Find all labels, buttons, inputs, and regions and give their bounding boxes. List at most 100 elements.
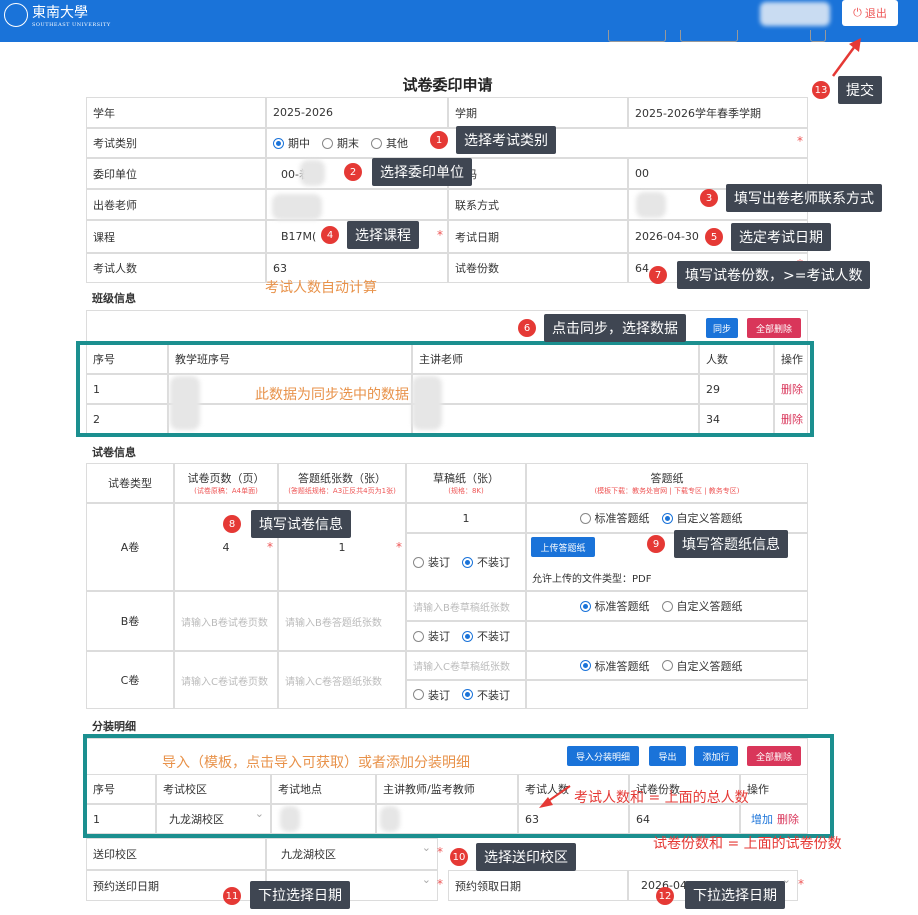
radio-bind[interactable]: 装订 — [413, 687, 450, 703]
label-send-campus: 送印校区 — [86, 838, 266, 870]
step-badge: 6 — [518, 319, 536, 337]
label-exam-type: 考试类别 — [86, 128, 266, 158]
tooltip-send-date: 下拉选择日期 — [250, 881, 350, 909]
section-split-title: 分装明细 — [92, 720, 136, 733]
th-paper-type: 试卷类型 — [86, 463, 174, 503]
xuenian-value: 2025-2026 — [266, 97, 448, 128]
paper-a-draft-input[interactable]: 1 — [406, 503, 526, 533]
paper-b-draft-input[interactable]: 请输入B卷草稿纸张数 — [406, 591, 526, 621]
note-auto-count: 考试人数自动计算 — [265, 280, 377, 296]
required-mark: * — [437, 877, 443, 891]
arrow-icon — [831, 38, 861, 77]
allowed-types-text: 允许上传的文件类型：PDF — [532, 574, 652, 585]
submit-button[interactable] — [842, 30, 898, 34]
radio-bind[interactable]: 装订 — [413, 628, 450, 644]
step-badge: 10 — [450, 848, 468, 866]
radio-custom-sheet[interactable]: 自定义答题纸 — [661, 510, 743, 526]
step-badge: 12 — [656, 887, 674, 905]
tooltip-copies: 填写试卷份数，>=考试人数 — [677, 261, 871, 289]
step-badge: 11 — [223, 887, 241, 905]
toolbar-button[interactable] — [680, 30, 738, 42]
radio-no-bind[interactable]: 不装订 — [462, 687, 510, 703]
upload-sheet-button[interactable]: 上传答题纸 — [531, 537, 595, 557]
radio-final[interactable]: 期末 — [322, 135, 359, 151]
required-mark: * — [797, 134, 803, 148]
top-bar: 東南大學 SOUTHEAST UNIVERSITY ⏻ 退出 — [0, 0, 918, 42]
class-toolbar — [86, 310, 808, 342]
radio-no-bind[interactable]: 不装订 — [462, 554, 510, 570]
highlight-box — [83, 734, 834, 838]
step-badge: 13 — [812, 81, 830, 99]
toolbar-button[interactable] — [810, 30, 826, 42]
redacted-area — [272, 194, 322, 220]
required-mark: * — [798, 877, 804, 891]
tooltip-sheet-info: 填写答题纸信息 — [674, 530, 788, 558]
required-mark: * — [437, 845, 443, 859]
radio-no-bind[interactable]: 不装订 — [462, 628, 510, 644]
step-badge: 9 — [647, 535, 665, 553]
radio-standard-sheet[interactable]: 标准答题纸 — [579, 598, 650, 614]
label-contact: 联系方式 — [448, 189, 628, 220]
highlight-box — [76, 341, 814, 437]
radio-checked-icon — [462, 556, 473, 568]
tooltip-pickup-date: 下拉选择日期 — [685, 881, 785, 909]
label-pickup-date: 预约领取日期 — [448, 870, 628, 901]
radio-other[interactable]: 其他 — [371, 135, 408, 151]
paper-c-answer-input[interactable]: 请输入C卷答题纸张数 — [278, 651, 406, 709]
radio-icon — [322, 137, 333, 149]
th-answer: 答题纸张数（张） (答题纸规格：A3正反共4页为1张) — [278, 463, 406, 503]
tooltip-contact: 填写出卷老师联系方式 — [726, 184, 882, 212]
radio-standard-sheet[interactable]: 标准答题纸 — [579, 658, 650, 674]
note-sum-copies: 试卷份数和 = 上面的试卷份数 — [653, 836, 842, 852]
send-campus-select[interactable]: 九龙湖校区 — [266, 838, 438, 870]
paper-c-sheet-type: 标准答题纸 自定义答题纸 — [526, 651, 808, 680]
paper-b-pages-input[interactable]: 请输入B卷试卷页数 — [174, 591, 278, 651]
th-pages: 试卷页数（页） (试卷原稿：A4单面) — [174, 463, 278, 503]
tooltip-course: 选择课程 — [347, 221, 419, 249]
radio-checked-icon — [579, 600, 591, 612]
redacted-area — [636, 192, 666, 218]
paper-c-pages-input[interactable]: 请输入C卷试卷页数 — [174, 651, 278, 709]
radio-standard-sheet[interactable]: 标准答题纸 — [579, 510, 650, 526]
required-mark: * — [396, 540, 402, 554]
radio-icon — [413, 630, 424, 642]
sync-button[interactable]: 同步 — [706, 318, 738, 338]
section-paper-title: 试卷信息 — [92, 446, 136, 459]
label-unit: 委印单位 — [86, 158, 266, 189]
logo-sub: SOUTHEAST UNIVERSITY — [32, 22, 111, 28]
logout-button[interactable]: ⏻ 退出 — [842, 0, 898, 26]
required-mark: * — [267, 540, 273, 554]
arrow-icon — [539, 785, 571, 808]
label-course: 课程 — [86, 220, 266, 253]
label-xueqi: 学期 — [448, 97, 628, 128]
th-sheet: 答题纸 (模板下载：教务处官网 | 下载专区 | 教务专区) — [526, 463, 808, 503]
page-title: 试卷委印申请 — [402, 76, 493, 94]
radio-icon — [413, 556, 424, 568]
paper-b-answer-input[interactable]: 请输入B卷答题纸张数 — [278, 591, 406, 651]
label-copies: 试卷份数 — [448, 253, 628, 283]
paper-a-sheet-type: 标准答题纸 自定义答题纸 — [526, 503, 808, 533]
step-badge: 5 — [705, 228, 723, 246]
user-avatar[interactable] — [760, 2, 830, 26]
paper-c-draft-input[interactable]: 请输入C卷草稿纸张数 — [406, 651, 526, 680]
radio-checked-icon — [462, 630, 473, 642]
delete-all-class-button[interactable]: 全部删除 — [747, 318, 801, 338]
tooltip-unit: 选择委印单位 — [372, 158, 472, 186]
step-badge: 2 — [344, 163, 362, 181]
radio-bind[interactable]: 装订 — [413, 554, 450, 570]
tooltip-submit: 提交 — [838, 76, 882, 104]
radio-checked-icon — [462, 689, 473, 700]
section-class-title: 班级信息 — [92, 292, 136, 305]
label-teacher: 出卷老师 — [86, 189, 266, 220]
step-badge: 7 — [649, 266, 667, 284]
label-date: 考试日期 — [448, 220, 628, 253]
seal-icon — [4, 3, 28, 27]
radio-midterm[interactable]: 期中 — [273, 135, 310, 151]
radio-custom-sheet[interactable]: 自定义答题纸 — [661, 598, 743, 614]
university-logo: 東南大學 SOUTHEAST UNIVERSITY — [4, 2, 111, 28]
step-badge: 1 — [430, 131, 448, 149]
step-badge: 3 — [700, 189, 718, 207]
radio-custom-sheet[interactable]: 自定义答题纸 — [661, 658, 743, 674]
toolbar-button[interactable] — [608, 30, 666, 42]
paper-b-sheet-type: 标准答题纸 自定义答题纸 — [526, 591, 808, 621]
